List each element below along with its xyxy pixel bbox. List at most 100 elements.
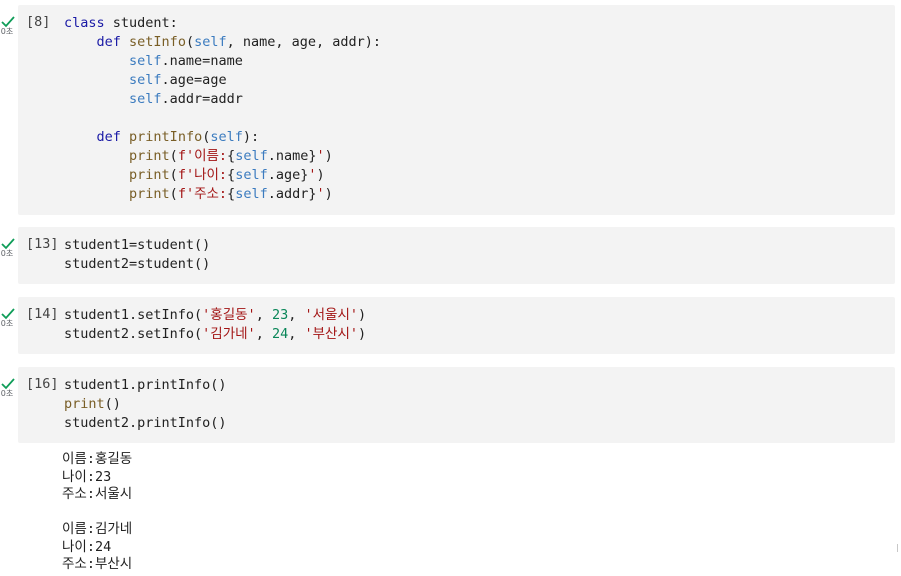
run-status-1[interactable]: 0초 bbox=[0, 15, 16, 36]
code-token: self bbox=[210, 129, 243, 145]
code-token: self bbox=[235, 167, 268, 183]
code-token: def bbox=[96, 129, 121, 145]
code-token: def bbox=[96, 34, 121, 50]
scrollbar[interactable] bbox=[897, 544, 898, 552]
code-token: ( bbox=[185, 34, 195, 50]
code-token: self bbox=[129, 72, 162, 88]
code-token: ): bbox=[242, 129, 260, 145]
code-token: ' bbox=[316, 148, 325, 164]
run-status-2[interactable]: 0초 bbox=[0, 237, 16, 258]
code-line: student2.setInfo('김가네', 24, '부산시') bbox=[64, 325, 366, 344]
code-token: printInfo bbox=[129, 129, 203, 145]
code-cell-1[interactable]: 0초 [8] class student: def setInfo(self, … bbox=[0, 5, 901, 215]
code-token: self bbox=[129, 53, 162, 69]
code-token: '홍길동' bbox=[202, 307, 256, 323]
code-token: self bbox=[235, 186, 268, 202]
code-line: def setInfo(self, name, age, addr): bbox=[64, 33, 382, 52]
code-line: student1=student() bbox=[64, 236, 210, 255]
code-text-3: student1.setInfo('홍길동', 23, '서울시') studen… bbox=[64, 306, 366, 344]
code-text-2: student1=student() student2=student() bbox=[64, 236, 210, 274]
code-token: { bbox=[227, 148, 236, 164]
code-token: .age} bbox=[267, 167, 309, 183]
code-text-1: class student: def setInfo(self, name, a… bbox=[64, 14, 381, 204]
output-line: 이름:김가네 bbox=[62, 521, 133, 537]
exec-time: 0초 bbox=[0, 319, 14, 328]
code-token: ) bbox=[324, 186, 333, 202]
output-line: 나이:23 bbox=[62, 468, 112, 485]
code-line: self.name=name bbox=[64, 52, 381, 71]
code-token: self bbox=[235, 148, 268, 164]
execution-count: [16] bbox=[26, 376, 59, 392]
code-token: print bbox=[64, 396, 105, 412]
code-token: print bbox=[129, 186, 170, 202]
code-token: .name} bbox=[267, 148, 317, 164]
code-token: ) bbox=[316, 167, 325, 183]
code-token: , bbox=[288, 307, 305, 323]
code-token: ) bbox=[358, 326, 367, 342]
code-token: { bbox=[227, 167, 236, 183]
code-line: student2=student() bbox=[64, 255, 210, 274]
code-token: f'주소: bbox=[177, 186, 228, 202]
code-token: ( bbox=[169, 186, 178, 202]
code-token: 24 bbox=[271, 326, 289, 342]
code-token: '부산시' bbox=[304, 326, 358, 342]
code-token: , bbox=[255, 307, 272, 323]
code-token: self bbox=[129, 91, 162, 107]
code-cell-2[interactable]: 0초 [13] student1=student() student2=stude… bbox=[0, 227, 901, 284]
code-token: , name, age, addr): bbox=[226, 34, 382, 50]
exec-time: 0초 bbox=[0, 249, 14, 258]
code-token: .name=name bbox=[161, 53, 243, 69]
code-token: ) bbox=[324, 148, 333, 164]
output-line: 이름:홍길동 bbox=[62, 451, 133, 467]
code-line: print(f'이름:{self.name}') bbox=[64, 147, 381, 166]
code-line: student2.printInfo() bbox=[64, 414, 227, 433]
output-line: 주소:부산시 bbox=[62, 556, 133, 572]
run-status-4[interactable]: 0초 bbox=[0, 377, 16, 398]
code-token: ) bbox=[358, 307, 367, 323]
exec-time: 0초 bbox=[0, 27, 14, 36]
code-token: f'이름: bbox=[177, 148, 228, 164]
code-token: '서울시' bbox=[304, 307, 358, 323]
code-line: print() bbox=[64, 395, 227, 414]
execution-count: [8] bbox=[26, 14, 51, 30]
exec-time: 0초 bbox=[0, 389, 14, 398]
code-token: , bbox=[288, 326, 305, 342]
code-line: student1.printInfo() bbox=[64, 376, 227, 395]
code-token: () bbox=[104, 396, 121, 412]
code-token: '김가네' bbox=[202, 326, 256, 342]
run-status-3[interactable]: 0초 bbox=[0, 307, 16, 328]
output-line: 주소:서울시 bbox=[62, 486, 133, 502]
code-token: student1.setInfo( bbox=[64, 307, 203, 323]
code-token: student1=student() bbox=[64, 237, 211, 253]
execution-count: [13] bbox=[26, 236, 59, 252]
code-cell-3[interactable]: 0초 [14] student1.setInfo('홍길동', 23, '서울시… bbox=[0, 297, 901, 354]
code-token: .age=age bbox=[161, 72, 227, 88]
code-token: setInfo bbox=[129, 34, 186, 50]
code-cell-4[interactable]: 0초 [16] student1.printInfo() print() stude… bbox=[0, 367, 901, 576]
code-token: , bbox=[255, 326, 272, 342]
code-token: print bbox=[129, 148, 170, 164]
code-line: def printInfo(self): bbox=[64, 128, 381, 147]
code-token: ( bbox=[169, 148, 178, 164]
output-line: 나이:24 bbox=[62, 538, 112, 555]
code-token: .addr=addr bbox=[161, 91, 243, 107]
code-token: class bbox=[64, 15, 105, 31]
code-line: class student: bbox=[64, 14, 381, 33]
code-token: student2.printInfo() bbox=[64, 415, 227, 431]
code-token: student2=student() bbox=[64, 256, 211, 272]
code-line: student1.setInfo('홍길동', 23, '서울시') bbox=[64, 306, 366, 325]
execution-count: [14] bbox=[26, 306, 59, 322]
code-line: print(f'주소:{self.addr}') bbox=[64, 185, 381, 204]
code-token: student2.setInfo( bbox=[64, 326, 203, 342]
